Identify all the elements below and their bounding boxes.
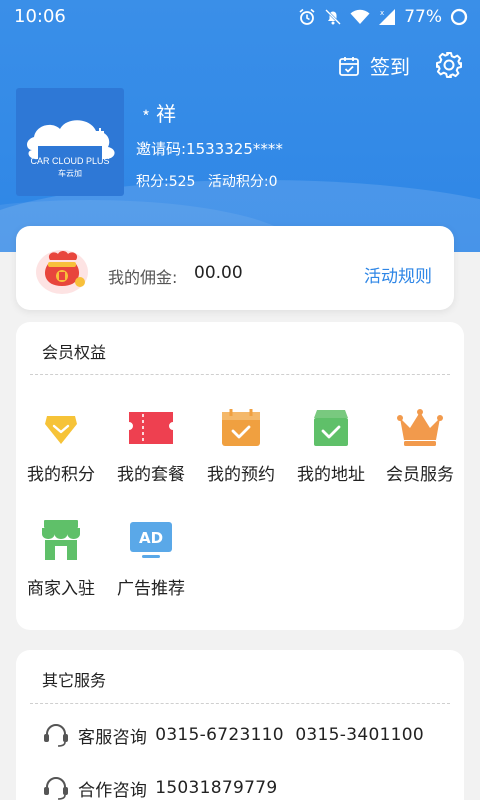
benefits-title: 会员权益 bbox=[42, 343, 107, 362]
battery-icon bbox=[450, 8, 468, 26]
mute-bell-icon bbox=[325, 9, 342, 25]
headset-icon bbox=[44, 777, 68, 800]
logo-text: CAR CLOUD PLUS bbox=[30, 156, 110, 166]
grid-item-my-points[interactable]: 我的积分 bbox=[17, 408, 105, 485]
cooperation-row[interactable]: 合作咨询 15031879779 bbox=[42, 775, 277, 800]
grid-label: 我的积分 bbox=[27, 465, 95, 485]
status-icons: x 77% bbox=[298, 7, 468, 27]
grid-item-member-service[interactable]: 会员服务 bbox=[376, 408, 464, 485]
headset-icon bbox=[44, 724, 68, 747]
grid-label: 广告推荐 bbox=[117, 579, 185, 599]
username: ﹡祥 bbox=[136, 102, 176, 126]
grid-item-ad-recommend[interactable]: AD 广告推荐 bbox=[107, 518, 195, 599]
customer-service-label: 客服咨询 bbox=[78, 727, 148, 748]
checkin-button[interactable]: 签到 bbox=[338, 51, 410, 80]
commission-value: 00.00 bbox=[194, 263, 243, 283]
diamond-icon bbox=[45, 416, 77, 444]
grid-item-my-package[interactable]: 我的套餐 bbox=[107, 408, 195, 485]
store-icon bbox=[42, 520, 80, 560]
commission-label: 我的佣金: bbox=[108, 268, 178, 287]
calendar-check-icon bbox=[222, 409, 260, 446]
activity-rules-link[interactable]: 活动规则 bbox=[364, 262, 432, 287]
services-title: 其它服务 bbox=[42, 671, 107, 690]
grid-label: 我的套餐 bbox=[117, 465, 185, 485]
customer-service-row[interactable]: 客服咨询 0315-6723110 0315-3401100 bbox=[42, 722, 424, 748]
ticket-icon bbox=[129, 412, 173, 444]
cooperation-phone: 15031879779 bbox=[155, 778, 278, 798]
signal-icon: x bbox=[379, 9, 396, 25]
other-services-card: 其它服务 客服咨询 0315-6723110 0315-3401100 合作咨询… bbox=[16, 650, 464, 800]
grid-label: 会员服务 bbox=[386, 465, 454, 485]
grid-item-my-address[interactable]: 我的地址 bbox=[287, 408, 375, 485]
crown-icon bbox=[397, 409, 443, 446]
avatar[interactable]: CAR CLOUD PLUS 车云加 bbox=[16, 88, 124, 196]
battery-percent: 77% bbox=[404, 7, 442, 27]
points-row: 积分:525 活动积分:0 bbox=[136, 171, 286, 191]
status-bar: 10:06 x 77% bbox=[0, 0, 480, 34]
grid-label: 商家入驻 bbox=[27, 579, 95, 599]
cooperation-label: 合作咨询 bbox=[78, 780, 148, 800]
grid-label: 我的预约 bbox=[207, 465, 275, 485]
car-cloud-logo bbox=[27, 120, 115, 176]
grid-item-my-appointment[interactable]: 我的预约 bbox=[197, 408, 285, 485]
calendar-icon bbox=[339, 56, 359, 76]
alarm-icon bbox=[299, 8, 315, 25]
activity-points: 活动积分:0 bbox=[207, 174, 278, 190]
divider bbox=[30, 703, 450, 704]
member-benefits-card: 会员权益 我的积分 我的套餐 我的预约 我的地址 会员服务 商家入驻 AD 广告… bbox=[16, 322, 464, 630]
status-time: 10:06 bbox=[14, 6, 66, 27]
ad-icon: AD bbox=[130, 522, 172, 558]
box-check-icon bbox=[314, 410, 348, 446]
svg-text:AD: AD bbox=[139, 529, 163, 547]
logo-subtext: 车云加 bbox=[58, 169, 82, 178]
svg-text:x: x bbox=[380, 9, 384, 17]
points: 积分:525 bbox=[136, 174, 196, 190]
wifi-icon bbox=[350, 9, 370, 24]
invite-code: 邀请码:1533325**** bbox=[136, 140, 283, 158]
settings-button[interactable] bbox=[434, 50, 464, 84]
gear-icon bbox=[436, 52, 462, 78]
checkin-label: 签到 bbox=[370, 55, 410, 79]
money-bag-icon bbox=[36, 250, 88, 294]
grid-item-merchant-entry[interactable]: 商家入驻 bbox=[17, 518, 105, 599]
commission-card: 我的佣金: 00.00 活动规则 bbox=[16, 226, 454, 310]
grid-label: 我的地址 bbox=[297, 465, 365, 485]
divider bbox=[30, 374, 450, 375]
customer-service-phone: 0315-6723110 0315-3401100 bbox=[155, 725, 425, 745]
